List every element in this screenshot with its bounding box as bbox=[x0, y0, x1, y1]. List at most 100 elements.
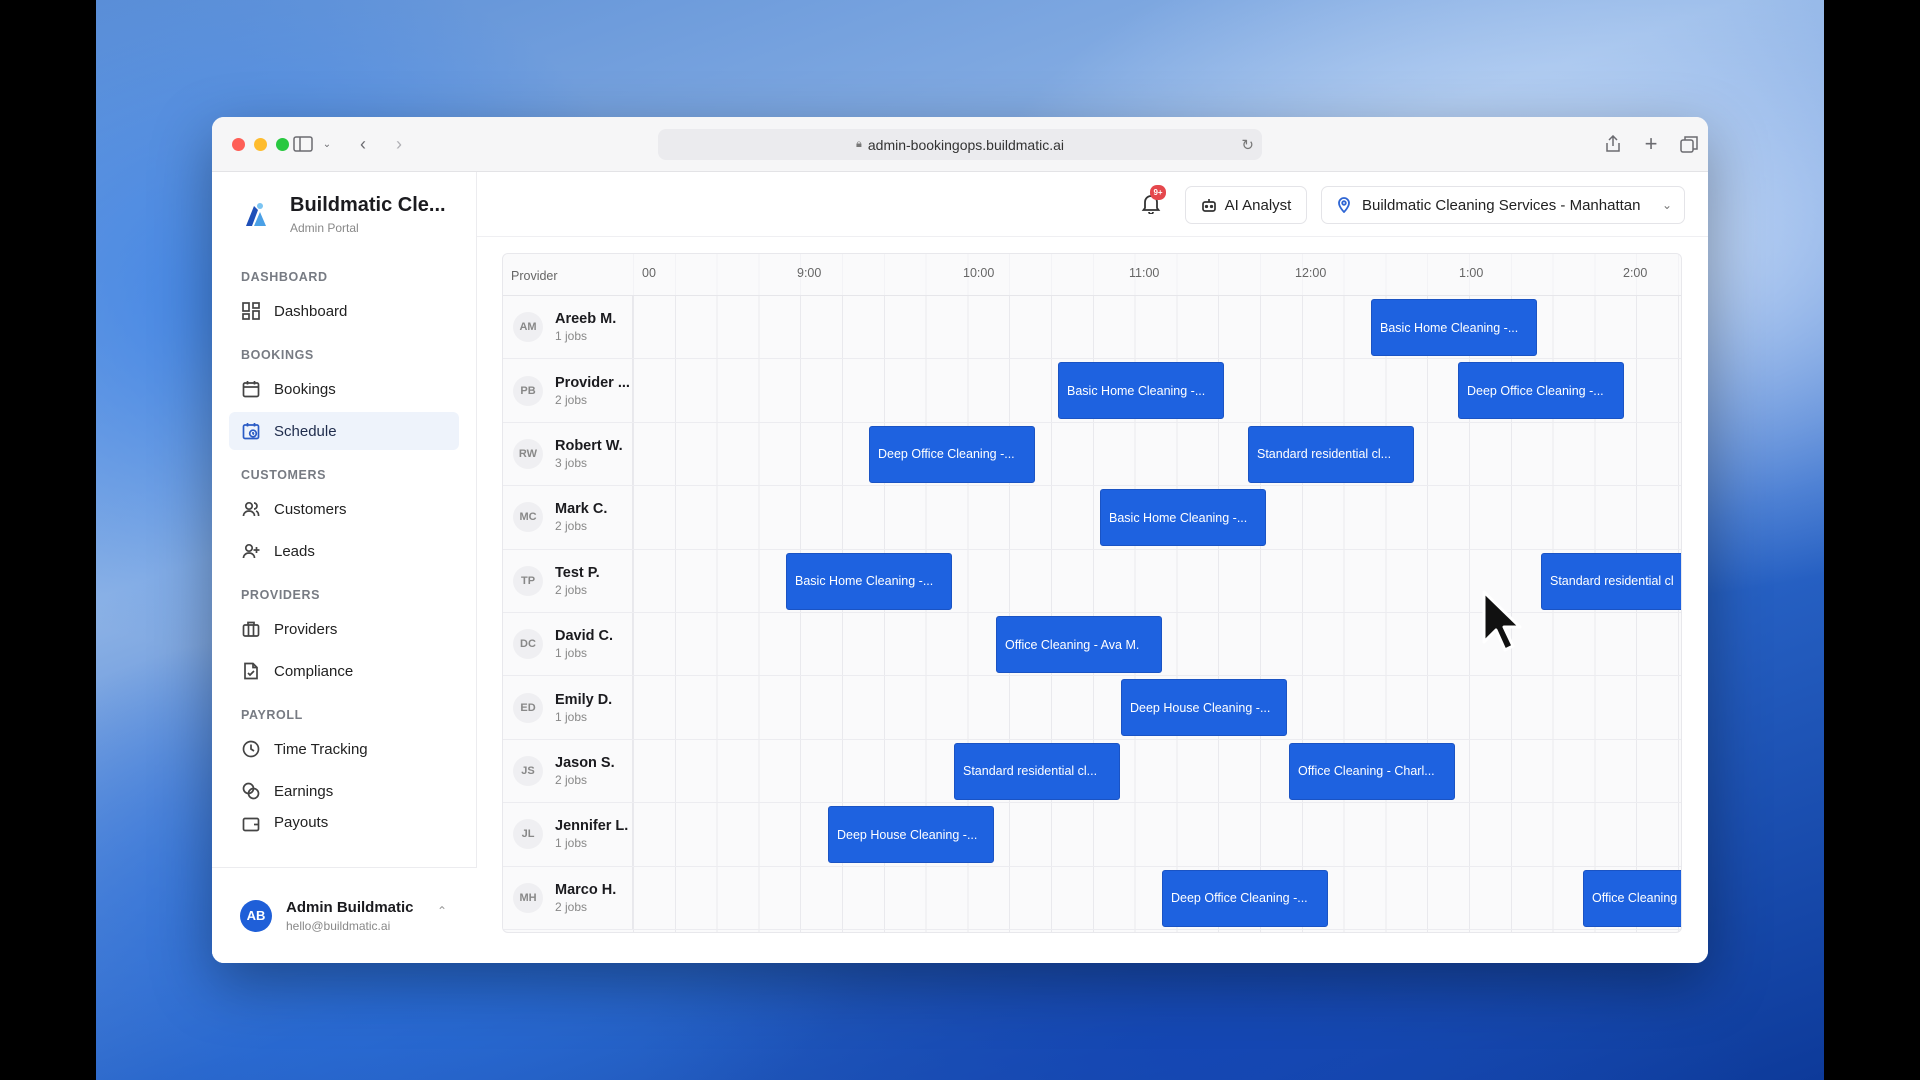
provider-avatar: MC bbox=[513, 502, 543, 533]
share-icon[interactable] bbox=[1600, 131, 1626, 157]
sidebar-item-label: Payouts bbox=[274, 814, 329, 831]
provider-job-count: 1 jobs bbox=[555, 709, 588, 724]
back-icon[interactable]: ‹ bbox=[350, 131, 376, 157]
sidebar-item-leads[interactable]: Leads bbox=[229, 532, 459, 570]
booking-block[interactable]: Deep Office Cleaning -... bbox=[869, 425, 1035, 483]
sidebar-item-providers[interactable]: Providers bbox=[229, 610, 459, 648]
forward-icon[interactable]: › bbox=[386, 131, 412, 157]
calendar-icon bbox=[241, 379, 261, 399]
provider-avatar: ED bbox=[513, 692, 543, 723]
booking-block[interactable]: Office Cleaning - Charl... bbox=[1289, 742, 1455, 800]
provider-cell[interactable]: PB Provider ... 2 jobs bbox=[503, 359, 633, 422]
booking-block[interactable]: Basic Home Cleaning -... bbox=[1100, 489, 1266, 547]
time-slot-label: 10:00 bbox=[963, 266, 995, 280]
provider-row: JL Jennifer L. 1 jobs bbox=[503, 803, 1681, 867]
provider-cell[interactable]: JS Jason S. 2 jobs bbox=[503, 739, 633, 803]
provider-job-count: 2 jobs bbox=[555, 899, 588, 914]
brand[interactable]: Buildmatic Cle... Admin Portal bbox=[240, 194, 446, 235]
booking-block[interactable]: Deep House Cleaning -... bbox=[828, 806, 994, 864]
provider-name: Jennifer L. bbox=[555, 818, 629, 835]
sidebar-toggle-icon[interactable] bbox=[290, 131, 316, 157]
coins-icon bbox=[241, 781, 261, 801]
sidebar-item-label: Compliance bbox=[274, 662, 354, 680]
browser-titlebar: ⌄ ‹ › 🔒︎ admin-bookingops.buildmatic.ai … bbox=[212, 117, 1708, 172]
sidebar-item-compliance[interactable]: Compliance bbox=[229, 652, 459, 690]
booking-block[interactable]: Deep House Cleaning -... bbox=[1121, 679, 1287, 737]
location-selector[interactable]: Buildmatic Cleaning Services - Manhattan… bbox=[1321, 186, 1685, 224]
calendar-clock-icon bbox=[241, 421, 261, 441]
provider-name: Mark C. bbox=[555, 501, 608, 518]
sidebar-item-schedule[interactable]: Schedule bbox=[229, 412, 459, 450]
booking-block[interactable]: Office Cleaning - Ava M. bbox=[996, 616, 1162, 673]
minimize-window-button[interactable] bbox=[254, 138, 267, 151]
nav-section-bookings: BOOKINGS bbox=[241, 348, 314, 362]
provider-avatar: TP bbox=[513, 565, 543, 596]
sidebar-item-label: Bookings bbox=[274, 380, 336, 398]
notification-badge: 9+ bbox=[1150, 185, 1166, 200]
address-bar[interactable]: 🔒︎ admin-bookingops.buildmatic.ai ↻ bbox=[658, 129, 1262, 160]
nav-section-payroll: PAYROLL bbox=[241, 708, 303, 722]
provider-cell[interactable]: DC David C. 1 jobs bbox=[503, 613, 633, 676]
provider-job-count: 2 jobs bbox=[555, 772, 588, 787]
close-window-button[interactable] bbox=[232, 138, 245, 151]
user-plus-icon bbox=[241, 541, 261, 561]
avatar: AB bbox=[240, 899, 272, 932]
mouse-cursor-icon bbox=[1482, 590, 1522, 652]
sidebar-item-payouts[interactable]: Payouts bbox=[229, 814, 459, 836]
sidebar: Buildmatic Cle... Admin Portal DASHBOARD… bbox=[212, 172, 477, 963]
briefcase-icon bbox=[241, 619, 261, 639]
booking-block[interactable]: Standard residential cl bbox=[1541, 552, 1681, 610]
sidebar-item-time-tracking[interactable]: Time Tracking bbox=[229, 730, 459, 768]
timeline-header: Provider 00 9:00 10:00 11:00 12:00 1:00 2:00 bbox=[503, 254, 1681, 296]
provider-cell[interactable]: RW Robert W. 3 jobs bbox=[503, 422, 633, 486]
user-email: hello@buildmatic.ai bbox=[286, 918, 391, 933]
provider-avatar: MH bbox=[513, 882, 543, 913]
tab-overview-icon[interactable] bbox=[1676, 131, 1702, 157]
new-tab-icon[interactable]: + bbox=[1638, 131, 1664, 157]
provider-cell[interactable]: MH Marco H. 2 jobs bbox=[503, 866, 633, 929]
brand-logo-icon bbox=[246, 203, 266, 226]
booking-block[interactable]: Deep Office Cleaning -... bbox=[1162, 869, 1328, 927]
zoom-window-button[interactable] bbox=[276, 138, 289, 151]
provider-avatar: AM bbox=[513, 312, 543, 343]
provider-row: RW Robert W. 3 jobs bbox=[503, 422, 1681, 487]
provider-avatar: DC bbox=[513, 629, 543, 660]
user-name: Admin Buildmatic bbox=[286, 898, 414, 916]
time-slot-label: 9:00 bbox=[797, 266, 822, 280]
booking-block[interactable]: Standard residential cl... bbox=[1248, 425, 1414, 483]
reload-icon[interactable]: ↻ bbox=[1241, 136, 1254, 154]
sidebar-item-bookings[interactable]: Bookings bbox=[229, 370, 459, 408]
provider-cell[interactable]: TP Test P. 2 jobs bbox=[503, 549, 633, 612]
nav-section-providers: PROVIDERS bbox=[241, 588, 321, 602]
provider-cell[interactable]: MC Mark C. 2 jobs bbox=[503, 486, 633, 549]
provider-name: Marco H. bbox=[555, 881, 617, 898]
sidebar-item-dashboard[interactable]: Dashboard bbox=[229, 292, 459, 330]
booking-block[interactable]: Deep Office Cleaning -... bbox=[1458, 362, 1624, 420]
booking-block[interactable]: Standard residential cl... bbox=[954, 742, 1120, 800]
chevron-down-icon: ⌄ bbox=[1661, 198, 1672, 212]
provider-avatar: PB bbox=[513, 375, 543, 406]
dashboard-icon bbox=[241, 301, 261, 321]
time-slot-label: 2:00 bbox=[1623, 266, 1648, 280]
sidebar-item-label: Customers bbox=[274, 500, 347, 518]
booking-block[interactable]: Basic Home Cleaning -... bbox=[1371, 299, 1537, 356]
provider-name: Jason S. bbox=[555, 754, 615, 771]
provider-cell[interactable]: ED Emily D. 1 jobs bbox=[503, 676, 633, 739]
chevron-up-icon[interactable]: ⌃ bbox=[437, 904, 447, 918]
booking-block[interactable]: Basic Home Cleaning -... bbox=[1058, 362, 1224, 420]
chevron-down-icon[interactable]: ⌄ bbox=[314, 131, 340, 157]
sidebar-item-customers[interactable]: Customers bbox=[229, 490, 459, 528]
sidebar-item-earnings[interactable]: Earnings bbox=[229, 772, 459, 810]
provider-cell[interactable]: JL Jennifer L. 1 jobs bbox=[503, 803, 633, 866]
provider-row: MC Mark C. 2 jobs bbox=[503, 486, 1681, 550]
provider-cell[interactable]: AM Areeb M. 1 jobs bbox=[503, 296, 633, 359]
user-menu[interactable]: AB Admin Buildmatic hello@buildmatic.ai … bbox=[212, 867, 477, 963]
location-label: Buildmatic Cleaning Services - Manhattan bbox=[1362, 196, 1641, 214]
ai-analyst-button[interactable]: AI Analyst bbox=[1185, 186, 1307, 224]
window-controls bbox=[232, 138, 289, 151]
ai-analyst-label: AI Analyst bbox=[1224, 196, 1292, 214]
topbar: 9+ AI Analyst Buildmatic Cleaning Servic… bbox=[477, 172, 1708, 237]
booking-block[interactable]: Office Cleaning bbox=[1583, 869, 1681, 927]
brand-name: Buildmatic Cle... bbox=[290, 194, 446, 216]
booking-block[interactable]: Basic Home Cleaning -... bbox=[786, 552, 952, 610]
